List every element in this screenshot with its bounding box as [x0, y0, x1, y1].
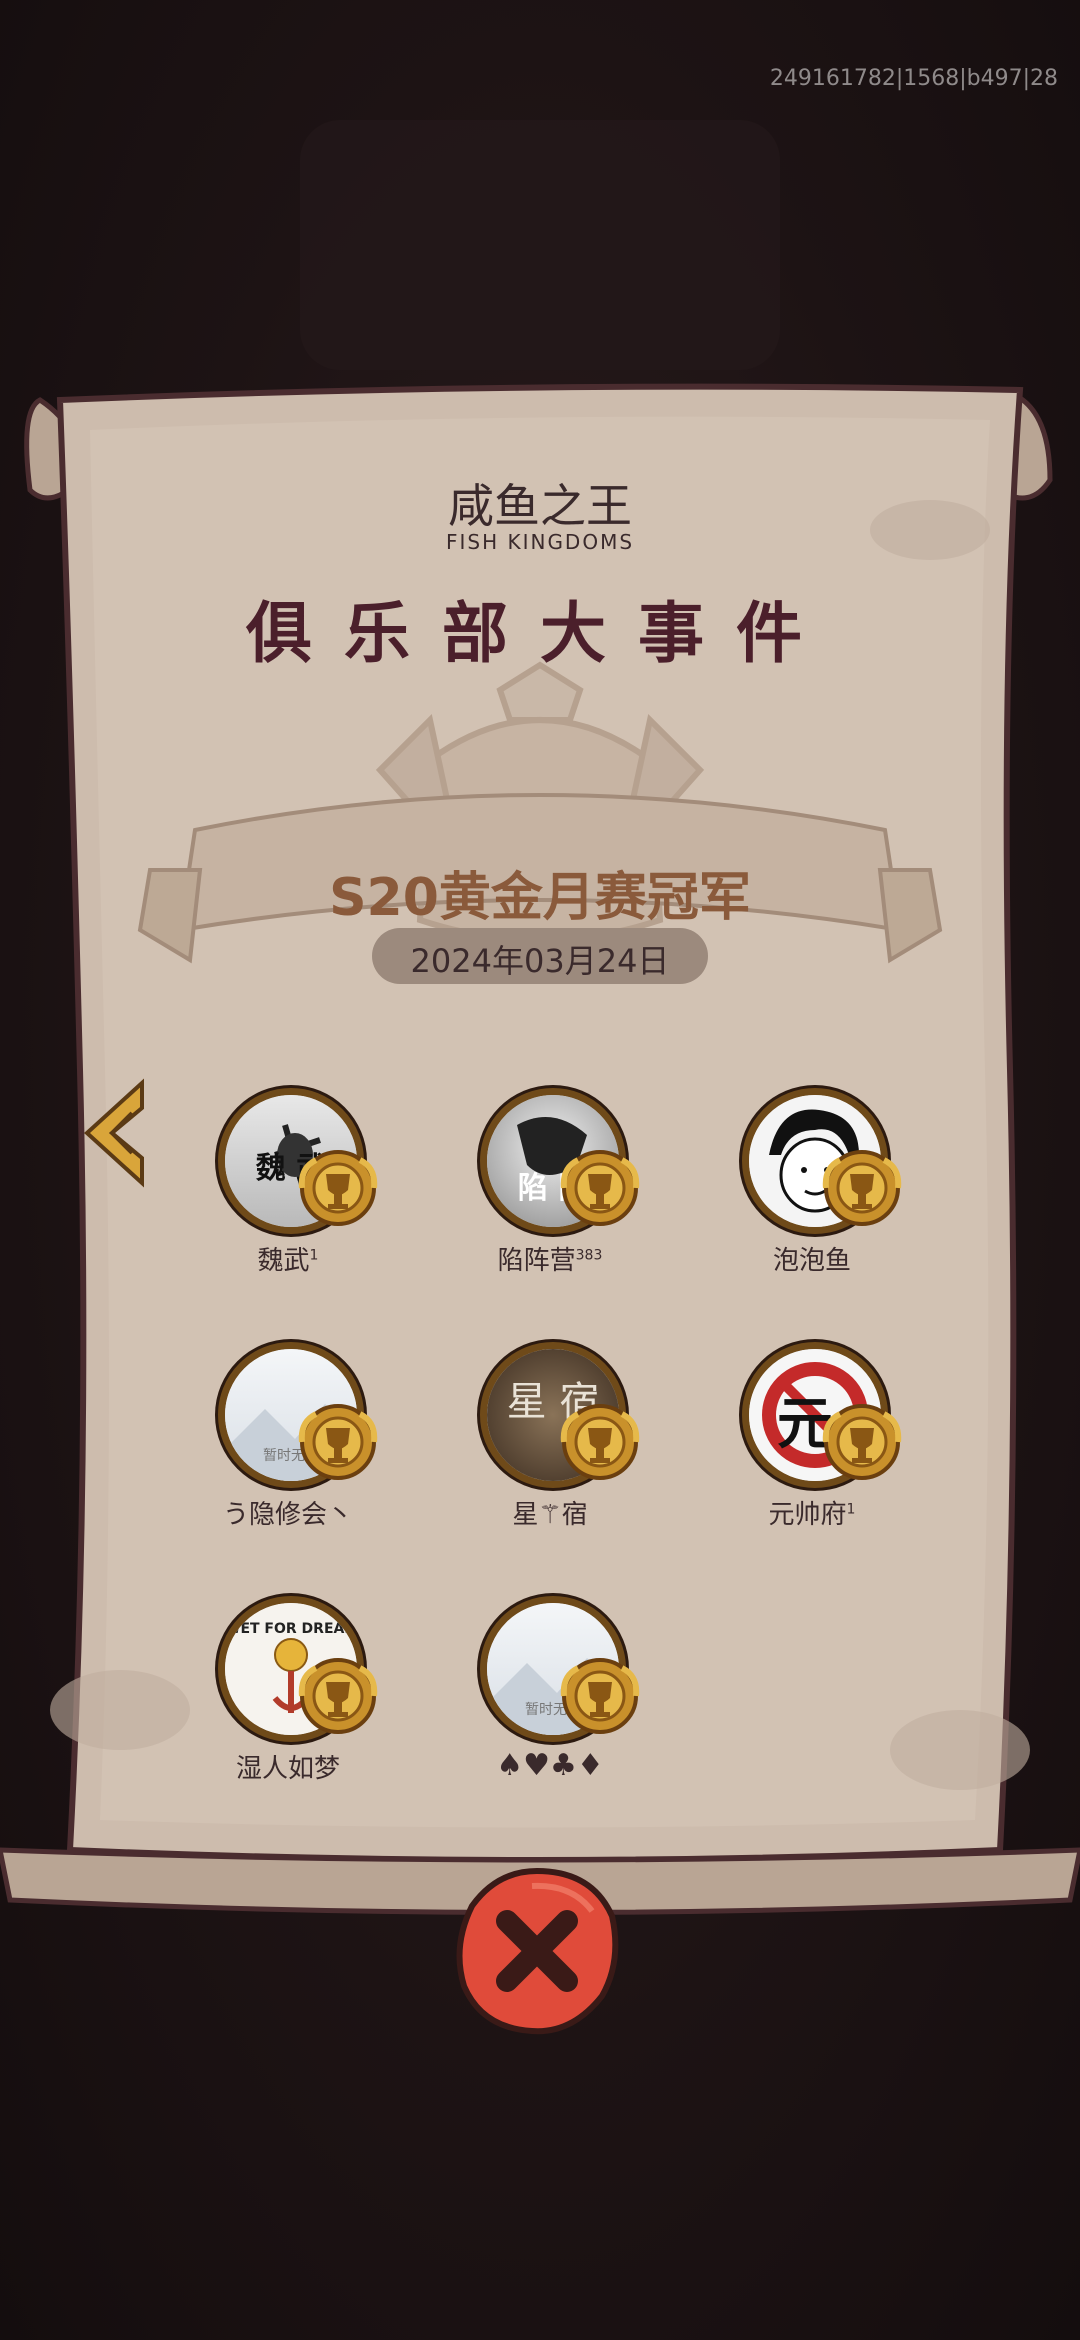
close-x-icon: [456, 1867, 619, 2035]
gold-trophy-badge-icon: [298, 1658, 378, 1734]
club-item[interactable]: 魏 武 魏武1: [178, 1088, 398, 1328]
avatar-text: WET FOR DREAM: [225, 1621, 359, 1637]
club-name: 泡泡鱼: [772, 1246, 851, 1276]
background-decoration: [300, 120, 780, 370]
gold-trophy-badge-icon: [298, 1404, 378, 1480]
club-item[interactable]: 星 宿 星⚚宿: [440, 1342, 660, 1582]
achievement-title: S20黄金月赛冠军: [329, 868, 751, 928]
club-item[interactable]: 暂时无法 う隐修会丶: [178, 1342, 398, 1582]
game-title-en: FISH KINGDOMS: [445, 530, 635, 554]
gold-trophy-badge-icon: [298, 1150, 378, 1226]
club-name: 魏武1: [257, 1246, 319, 1276]
gold-trophy-badge-icon: [560, 1404, 640, 1480]
back-button[interactable]: [82, 1078, 152, 1188]
club-name: 元帅府1: [768, 1500, 856, 1530]
club-item[interactable]: 泡泡鱼: [702, 1088, 922, 1328]
club-item[interactable]: WET FOR DREAM 湿人如梦: [178, 1596, 398, 1836]
club-name: 湿人如梦: [235, 1754, 340, 1784]
gold-trophy-badge-icon: [822, 1150, 902, 1226]
gold-trophy-badge-icon: [822, 1404, 902, 1480]
gold-trophy-badge-icon: [560, 1150, 640, 1226]
event-title: 俱乐部大事件: [246, 595, 834, 672]
debug-info: 249161782|1568|b497|28: [769, 66, 1058, 91]
club-item[interactable]: 暂时无法 ♠♥♣♦: [440, 1596, 660, 1836]
club-name: 星⚚宿: [512, 1500, 588, 1530]
club-item[interactable]: 陷 阵 陷阵营383: [440, 1088, 660, 1328]
game-title: 咸鱼之王: [448, 479, 632, 533]
achievement-date: 2024年03月24日: [410, 942, 670, 980]
gold-trophy-badge-icon: [560, 1658, 640, 1734]
club-name: う隐修会丶: [222, 1500, 353, 1530]
close-button[interactable]: [452, 1866, 622, 2036]
chevron-left-icon: [84, 1078, 144, 1188]
club-item[interactable]: 元 元帅府1: [702, 1342, 922, 1582]
club-name: ♠♥♣♦: [496, 1748, 604, 1783]
club-name: 陷阵营383: [497, 1246, 603, 1276]
